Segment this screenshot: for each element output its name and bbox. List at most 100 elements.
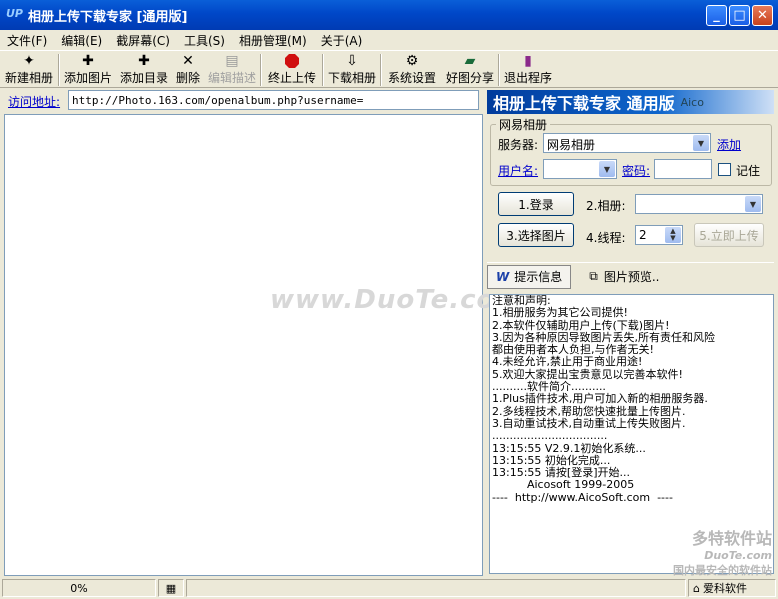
stop-icon xyxy=(283,53,301,69)
remember-label: 记住 xyxy=(736,164,761,178)
chevron-down-icon[interactable]: ▼ xyxy=(693,135,709,151)
corner-watermark-line2: DuoTe.com xyxy=(704,549,772,562)
address-label[interactable]: 访问地址: xyxy=(8,93,60,110)
share-label: 好图分享 xyxy=(445,71,494,85)
upload-now-button[interactable]: 5.立即上传 xyxy=(694,223,764,247)
edit-description-button[interactable]: ▤ 编辑描述 xyxy=(204,51,260,87)
title-bar[interactable]: UP 相册上传下载专家 [通用版] _ □ ✕ xyxy=(0,0,778,30)
password-field[interactable] xyxy=(654,159,712,179)
minimize-icon: _ xyxy=(713,8,720,23)
close-button[interactable]: ✕ xyxy=(752,5,773,26)
account-group-title: 网易相册 xyxy=(496,116,551,133)
corner-watermark: 多特软件站 DuoTe.com 国内最安全的软件站 xyxy=(673,525,772,578)
add-folder-icon: ✚ xyxy=(138,53,150,69)
log-line: 1.Plus插件技术,用户可加入新的相册服务器. xyxy=(492,392,708,406)
add-picture-label: 添加图片 xyxy=(63,71,112,85)
info-icon: W xyxy=(496,269,510,284)
password-label[interactable]: 密码: xyxy=(622,162,650,179)
add-server-link[interactable]: 添加 xyxy=(717,136,741,153)
threads-value: 2 xyxy=(639,228,647,242)
download-icon: ⇩ xyxy=(346,53,358,69)
log-line: Aicosoft 1999-2005 xyxy=(492,478,635,492)
menu-edit[interactable]: 编辑(E) xyxy=(54,32,109,49)
login-button[interactable]: 1.登录 xyxy=(498,192,574,216)
watermark-text: www.DuoTe.com xyxy=(270,285,524,315)
address-input[interactable]: http://Photo.163.com/openalbum.php?usern… xyxy=(68,90,479,110)
username-label[interactable]: 用户名: xyxy=(498,162,538,179)
maximize-icon: □ xyxy=(733,8,746,23)
close-icon: ✕ xyxy=(757,8,768,23)
share-button[interactable]: ▰ 好图分享 xyxy=(442,51,498,87)
username-select[interactable]: ▼ xyxy=(543,159,617,179)
log-line: ---- http://www.AicoSoft.com ---- xyxy=(492,490,673,504)
corner-watermark-line1: 多特软件站 xyxy=(691,529,772,548)
window-title: 相册上传下载专家 [通用版] xyxy=(28,9,188,25)
toolbar: ✦ 新建相册 ✚ 添加图片 ✚ 添加目录 ✕ 删除 ▤ 编辑描述 终止上传 ⇩ … xyxy=(0,50,778,88)
delete-label: 删除 xyxy=(175,71,200,85)
new-album-label: 新建相册 xyxy=(4,71,53,85)
banner: 相册上传下载专家 通用版 Aico xyxy=(487,90,774,114)
banner-sub: Aico xyxy=(680,95,704,109)
tab-info-label: 提示信息 xyxy=(514,270,563,284)
progress-bar: 0% xyxy=(2,579,156,597)
add-folder-button[interactable]: ✚ 添加目录 xyxy=(116,51,172,87)
exit-icon: ▮ xyxy=(524,53,532,69)
download-album-button[interactable]: ⇩ 下载相册 xyxy=(324,51,380,87)
settings-label: 系统设置 xyxy=(387,71,436,85)
menu-about[interactable]: 关于(A) xyxy=(314,32,370,49)
exit-label: 退出程序 xyxy=(503,71,552,85)
log-line: 1.相册服务为其它公司提供! xyxy=(492,306,628,320)
exit-button[interactable]: ▮ 退出程序 xyxy=(500,51,556,87)
server-label: 服务器: xyxy=(498,138,539,152)
book-icon: ▰ xyxy=(464,53,476,69)
document-icon: ▤ xyxy=(225,53,239,69)
stop-upload-button[interactable]: 终止上传 xyxy=(262,51,322,87)
info-tabs: W 提示信息 ⧉ 图片预览.. xyxy=(487,262,774,290)
settings-button[interactable]: ⚙ 系统设置 xyxy=(382,51,442,87)
app-icon: UP xyxy=(6,7,23,20)
menu-file[interactable]: 文件(F) xyxy=(0,32,54,49)
menu-album-manage[interactable]: 相册管理(M) xyxy=(232,32,314,49)
menu-capture[interactable]: 截屏幕(C) xyxy=(109,32,177,49)
progress-text: 0% xyxy=(70,581,88,595)
add-folder-label: 添加目录 xyxy=(119,71,168,85)
browser-pane[interactable] xyxy=(4,114,483,576)
company-panel: ⌂ 爱科软件 xyxy=(688,579,776,597)
server-select[interactable]: 网易相册 ▼ xyxy=(543,133,711,153)
server-value: 网易相册 xyxy=(547,138,596,152)
threads-stepper[interactable]: 2 ▲ ▼ xyxy=(635,225,683,245)
menu-bar: 文件(F) 编辑(E) 截屏幕(C) 工具(S) 相册管理(M) 关于(A) xyxy=(0,30,778,50)
spin-arrows-icon[interactable]: ▲ ▼ xyxy=(665,227,681,243)
maximize-button[interactable]: □ xyxy=(729,5,750,26)
home-icon: ⌂ xyxy=(693,581,700,595)
chevron-down-icon[interactable]: ▼ xyxy=(745,196,761,212)
corner-watermark-line3: 国内最安全的软件站 xyxy=(673,564,772,577)
login-label: 1.登录 xyxy=(518,197,554,212)
status-bar: 0% ▦ ⌂ 爱科软件 xyxy=(0,577,778,599)
edit-description-label: 编辑描述 xyxy=(207,71,256,85)
log-line: 13:15:55 V2.9.1初始化系统... xyxy=(492,441,646,455)
delete-icon: ✕ xyxy=(182,53,194,69)
delete-button[interactable]: ✕ 删除 xyxy=(172,51,204,87)
company-label: 爱科软件 xyxy=(702,582,747,595)
remember-checkbox[interactable] xyxy=(718,163,731,176)
tab-info[interactable]: W 提示信息 xyxy=(487,264,572,289)
document-icon: ▦ xyxy=(165,581,177,595)
tab-preview-label: 图片预览.. xyxy=(603,270,660,284)
minimize-button[interactable]: _ xyxy=(706,5,727,26)
select-pictures-label: 3.选择图片 xyxy=(506,228,566,243)
menu-tools[interactable]: 工具(S) xyxy=(177,32,232,49)
plus-icon: ✚ xyxy=(82,53,94,69)
select-pictures-button[interactable]: 3.选择图片 xyxy=(498,223,574,247)
new-album-button[interactable]: ✦ 新建相册 xyxy=(0,51,58,87)
download-album-label: 下载相册 xyxy=(327,71,376,85)
settings-icon: ⚙ xyxy=(405,53,419,69)
chevron-down-icon[interactable]: ▼ xyxy=(599,161,615,177)
banner-title: 相册上传下载专家 通用版 xyxy=(493,94,675,113)
album-select[interactable]: ▼ xyxy=(635,194,763,214)
status-icon-panel: ▦ xyxy=(158,579,184,597)
add-picture-button[interactable]: ✚ 添加图片 xyxy=(60,51,116,87)
tab-preview[interactable]: ⧉ 图片预览.. xyxy=(581,265,667,289)
threads-label: 4.线程: xyxy=(586,231,626,245)
stop-upload-label: 终止上传 xyxy=(267,71,316,85)
